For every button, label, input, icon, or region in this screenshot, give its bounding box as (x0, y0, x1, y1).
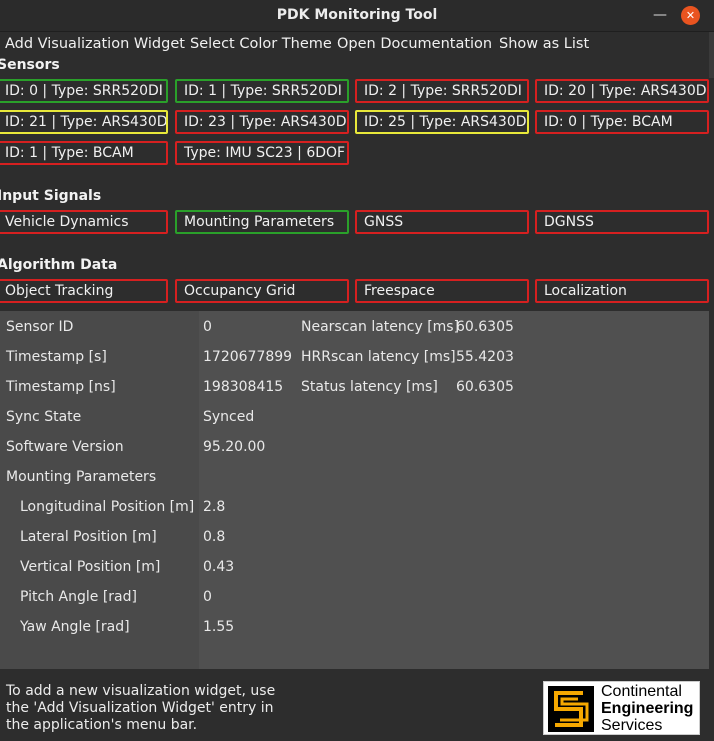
input-signal-chip[interactable]: Vehicle Dynamics (0, 210, 168, 234)
sensor-chip[interactable]: ID: 1 | Type: BCAM (0, 141, 168, 165)
menu-bar: Add Visualization Widget Select Color Th… (0, 32, 714, 56)
detail-label: Software Version (6, 439, 124, 455)
sensor-chip[interactable]: ID: 20 | Type: ARS430DI (535, 79, 709, 103)
sensor-chip[interactable]: ID: 1 | Type: SRR520DI (175, 79, 349, 103)
detail-value: 0.8 (203, 529, 226, 545)
input-signal-chip[interactable]: GNSS (355, 210, 529, 234)
algorithm-chip[interactable]: Object Tracking (0, 279, 168, 303)
detail-label: Nearscan latency [ms] (301, 319, 460, 335)
menu-show-as-list[interactable]: Show as List (499, 36, 589, 52)
sensor-chip[interactable]: ID: 25 | Type: ARS430DI (355, 110, 529, 134)
logo-line-engineering: Engineering (601, 700, 694, 717)
scroll-edge (709, 32, 714, 78)
logo-mark-icon (548, 686, 594, 732)
detail-label: Sync State (6, 409, 82, 425)
sensor-chip[interactable]: ID: 23 | Type: ARS430DI (175, 110, 349, 134)
menu-open-documentation[interactable]: Open Documentation (337, 36, 492, 52)
title-bar: PDK Monitoring Tool — ✕ (0, 0, 714, 32)
algorithm-chip[interactable]: Freespace (355, 279, 529, 303)
sensor-chip[interactable]: ID: 21 | Type: ARS430DI (0, 110, 168, 134)
detail-label: HRRscan latency [ms] (301, 349, 456, 365)
mounting-parameters-header: Mounting Parameters (6, 469, 157, 485)
sensor-detail-panel: Sensor ID 0 Timestamp [s] 1720677899 Tim… (0, 311, 709, 669)
close-icon[interactable]: ✕ (681, 6, 700, 25)
detail-value: 2.8 (203, 499, 226, 515)
detail-value: 60.6305 (456, 379, 514, 395)
detail-label: Pitch Angle [rad] (20, 589, 137, 605)
footer-hint: To add a new visualization widget, use t… (6, 683, 276, 733)
detail-value: 60.6305 (456, 319, 514, 335)
input-signal-chip[interactable]: Mounting Parameters (175, 210, 349, 234)
detail-label: Sensor ID (6, 319, 74, 335)
detail-label: Timestamp [ns] (6, 379, 116, 395)
detail-value: 95.20.00 (203, 439, 266, 455)
menu-select-color-theme[interactable]: Select Color Theme (190, 36, 332, 52)
detail-value: 198308415 (203, 379, 284, 395)
detail-label: Vertical Position [m] (20, 559, 161, 575)
sensor-chip[interactable]: Type: IMU SC23 | 6DOF (175, 141, 349, 165)
input-signal-chip[interactable]: DGNSS (535, 210, 709, 234)
logo-text: Continental Engineering Services (601, 683, 693, 734)
detail-label: Status latency [ms] (301, 379, 438, 395)
detail-value: 55.4203 (456, 349, 514, 365)
menu-add-visualization-widget[interactable]: Add Visualization Widget (5, 36, 185, 52)
algorithm-data-heading: Algorithm Data (0, 257, 118, 273)
logo-line-continental: Continental (601, 683, 682, 700)
detail-value: 1720677899 (203, 349, 293, 365)
minimize-icon[interactable]: — (652, 6, 668, 24)
sensors-heading: Sensors (0, 57, 60, 73)
sensor-chip[interactable]: ID: 0 | Type: BCAM (535, 110, 709, 134)
logo-line-services: Services (601, 717, 663, 734)
detail-value: 0 (203, 319, 212, 335)
sensor-chip[interactable]: ID: 0 | Type: SRR520DI (0, 79, 168, 103)
detail-value: 0.43 (203, 559, 235, 575)
algorithm-chip[interactable]: Occupancy Grid (175, 279, 349, 303)
input-signals-heading: Input Signals (0, 188, 102, 204)
window-title: PDK Monitoring Tool (276, 7, 438, 23)
detail-value: 1.55 (203, 619, 235, 635)
company-logo: Continental Engineering Services (543, 681, 700, 735)
detail-label: Timestamp [s] (6, 349, 107, 365)
detail-label: Yaw Angle [rad] (20, 619, 130, 635)
detail-value: 0 (203, 589, 212, 605)
algorithm-chip[interactable]: Localization (535, 279, 709, 303)
sensor-chip[interactable]: ID: 2 | Type: SRR520DI (355, 79, 529, 103)
detail-label: Longitudinal Position [m] (20, 499, 195, 515)
detail-value: Synced (203, 409, 255, 425)
detail-label: Lateral Position [m] (20, 529, 157, 545)
